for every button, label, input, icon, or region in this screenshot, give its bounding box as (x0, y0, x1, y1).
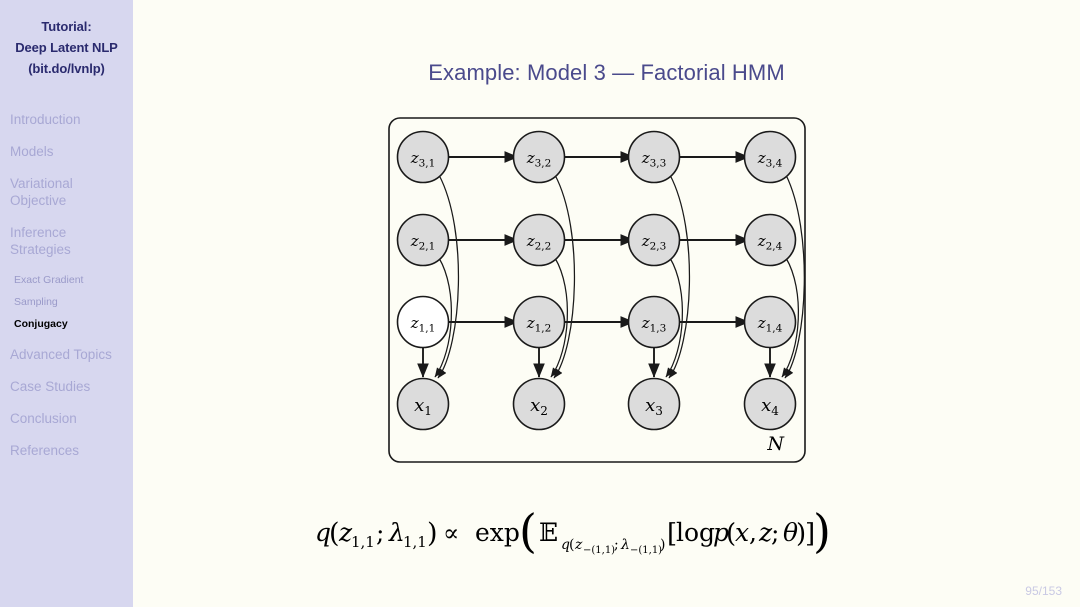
emission-arrows-z3 (437, 174, 805, 379)
emission-arrows-z2 (434, 257, 799, 378)
node-z3-2: z3,2 (512, 130, 566, 184)
plate-label: N (766, 433, 785, 455)
node-z2-4: z2,4 (743, 213, 797, 267)
sidebar-item-inference-strategies[interactable]: Inference Strategies (0, 224, 133, 258)
svg-text:∝: ∝ (443, 519, 459, 547)
node-z2-1: z2,1 (396, 213, 450, 267)
svg-text:1,1: 1,1 (403, 533, 427, 551)
sidebar-title-line-2: Deep Latent NLP (15, 40, 118, 55)
node-x-2: x2 (512, 377, 566, 431)
svg-text:λ: λ (620, 537, 630, 553)
svg-text:1,1: 1,1 (351, 533, 375, 551)
node-z3-3: z3,3 (627, 130, 681, 184)
svg-text:z: z (574, 537, 583, 553)
node-z3-4: z3,4 (743, 130, 797, 184)
sidebar-title-line-1: Tutorial: (41, 19, 92, 34)
sidebar-subitem-conjugacy[interactable]: Conjugacy (0, 317, 133, 332)
node-x-4: x4 (743, 377, 797, 431)
sidebar-subitem-exact-gradient[interactable]: Exact Gradient (0, 273, 133, 288)
plate-box (388, 117, 806, 463)
svg-text:): ) (660, 537, 665, 553)
node-z1-4: z1,4 (743, 295, 797, 349)
sidebar-item-models[interactable]: Models (0, 143, 133, 160)
sidebar-item-case-studies[interactable]: Case Studies (0, 378, 133, 395)
node-z3-1: z3,1 (396, 130, 450, 184)
svg-text:): ) (813, 505, 831, 558)
svg-text:(: ( (329, 518, 340, 549)
svg-text:−(1,1): −(1,1) (630, 545, 662, 556)
variational-update-formula: q ( z 1,1 ; λ 1,1 ) ∝ exp ( 𝔼 q ( z −(1,… (133, 505, 1080, 565)
svg-text:,: , (749, 518, 757, 547)
sidebar-subitem-sampling[interactable]: Sampling (0, 295, 133, 310)
sidebar-item-references[interactable]: References (0, 442, 133, 459)
emission-arrows-z1 (417, 347, 776, 378)
svg-text:;: ; (614, 537, 619, 553)
node-z1-3: z1,3 (627, 295, 681, 349)
sidebar-title: Tutorial: Deep Latent NLP (bit.do/lvnlp) (0, 16, 133, 79)
sidebar-item-conclusion[interactable]: Conclusion (0, 410, 133, 427)
svg-text:;: ; (376, 518, 384, 547)
svg-text:𝔼: 𝔼 (539, 518, 558, 547)
svg-text:exp: exp (475, 518, 520, 547)
node-z2-2: z2,2 (512, 213, 566, 267)
page-number: 95/153 (1025, 584, 1062, 598)
node-z1-2: z1,2 (512, 295, 566, 349)
sidebar-item-variational-objective[interactable]: Variational Objective (0, 175, 133, 209)
page-title: Example: Model 3 — Factorial HMM (428, 60, 785, 85)
node-x-1: x1 (396, 377, 450, 431)
svg-text:log: log (676, 518, 715, 547)
svg-text:;: ; (771, 518, 779, 547)
svg-text:): ) (427, 518, 438, 549)
node-z2-3: z2,3 (627, 213, 681, 267)
sidebar-nav: Introduction Models Variational Objective… (0, 111, 133, 459)
node-x-3: x3 (627, 377, 681, 431)
svg-text:(: ( (569, 537, 574, 553)
factorial-hmm-diagram: z3,1 z3,2 z3,3 z3,4 z2,1 z2,2 z2,3 z2,4 … (380, 110, 820, 475)
sidebar-title-line-3: (bit.do/lvnlp) (28, 61, 105, 76)
svg-text:(: ( (519, 505, 537, 558)
svg-text:x: x (735, 518, 749, 547)
node-z1-1: z1,1 (396, 295, 450, 349)
sidebar-item-introduction[interactable]: Introduction (0, 111, 133, 128)
sidebar-item-advanced-topics[interactable]: Advanced Topics (0, 346, 133, 363)
svg-text:−(1,1): −(1,1) (583, 545, 615, 556)
chain-transition-arrows (449, 151, 750, 328)
slide-root: Tutorial: Deep Latent NLP (bit.do/lvnlp)… (0, 0, 1080, 607)
sidebar: Tutorial: Deep Latent NLP (bit.do/lvnlp)… (0, 0, 133, 607)
